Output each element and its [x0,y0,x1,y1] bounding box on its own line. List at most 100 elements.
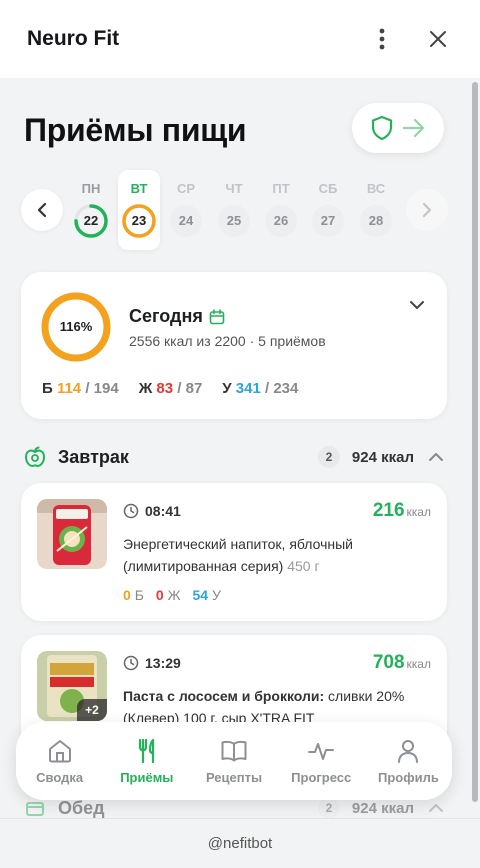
chevron-right-icon [422,202,432,218]
day-ring: 23 [122,204,156,238]
day-name: ВС [366,181,386,196]
day-number: 27 [320,213,336,228]
macros-summary: Б 114 / 194 Ж 83 / 87 У 341 / 234 [42,380,298,397]
tab-profile[interactable]: Профиль [365,722,452,800]
day-name: ЧТ [225,181,243,196]
food-time-text: 13:29 [145,655,181,671]
today-text: Сегодня [129,306,203,326]
macro-У: У 341 / 234 [222,380,298,397]
day-name: ВТ [130,181,148,196]
food-kcal: 708 ккал [373,652,431,674]
day-26[interactable]: ПТ 26 [260,170,302,250]
more-vertical-icon [379,28,385,50]
clock-icon [123,655,139,671]
next-week-button[interactable] [406,189,448,231]
food-photo [37,499,107,569]
day-ring: 25 [217,204,251,238]
day-24[interactable]: СР 24 [165,170,207,250]
macro-value: 114 [56,380,82,397]
macro-Ж: Ж 83 / 87 [139,380,203,397]
chevron-up-icon [429,453,443,461]
carbs-label: У [211,587,221,603]
pulse-icon [308,743,335,760]
macro-Б: Б 114 / 194 [42,380,119,397]
breakfast-header[interactable]: Завтрак 2 924 ккал [24,444,444,470]
day-22[interactable]: ПН 22 [70,170,112,250]
day-23[interactable]: ВТ 23 [118,170,160,250]
macro-total: / 234 [260,380,299,397]
macro-total: / 194 [81,380,119,397]
fat-value: 0 [155,587,164,603]
content-viewport[interactable]: Приёмы пищи ПН 22 ВТ 23 СР 24 ЧТ 25 ПТ 26 СБ 27 ВС 28… [0,78,480,818]
home-icon [48,740,71,763]
tab-summary[interactable]: Сводка [16,722,103,800]
carbs-value: 54 [192,587,209,603]
tab-progress[interactable]: Прогресс [278,722,365,800]
calendar-icon [209,308,225,324]
protection-button[interactable] [352,103,444,153]
breakfast-title: Завтрак [58,446,129,467]
macro-value: 341 [235,380,261,397]
close-icon [430,31,446,47]
breakfast-kcal: 924 ккал [351,448,414,466]
today-label[interactable]: Сегодня [129,306,225,327]
book-icon [221,740,247,762]
tab-label: Приёмы [120,770,174,785]
day-ring: 27 [311,204,345,238]
more-photos-badge: +2 [77,699,107,721]
food-time: 13:29 [123,655,181,671]
page-title: Приёмы пищи [24,112,247,148]
food-carbs: 54 У [193,587,221,603]
fat-label: Ж [167,587,181,603]
macro-label: Ж [138,380,157,397]
day-25[interactable]: ЧТ 25 [213,170,255,250]
close-button[interactable] [420,21,456,57]
clock-icon [123,503,139,519]
macro-value: 83 [156,380,174,397]
tab-label: Сводка [36,770,84,785]
arrow-right-icon [402,118,425,138]
tab-meals[interactable]: Приёмы [103,722,190,800]
food-item[interactable]: 08:41 216 ккал Энергетический напиток, яб… [21,483,447,621]
food-fat: 0 Ж [156,587,181,603]
lunch-kcal: 924 ккал [351,799,414,817]
tab-label: Рецепты [205,770,263,785]
shield-icon [371,115,393,141]
day-28[interactable]: ВС 28 [355,170,397,250]
tab-label: Профиль [377,770,439,785]
tab-label: Прогресс [291,770,352,785]
day-ring: 24 [169,204,203,238]
tab-recipes[interactable]: Рецепты [190,722,277,800]
more-menu-button[interactable] [364,21,400,57]
protein-label: Б [134,587,144,603]
user-icon [398,740,419,763]
daily-summary-card[interactable]: 116% Сегодня 2556 ккал из 2200 · 5 приём… [21,272,447,419]
lunch-icon [26,802,44,816]
food-photo: +2 [37,651,107,721]
macro-label: Б [42,380,57,397]
food-kcal-value: 708 [372,652,405,673]
day-number: 26 [273,213,289,228]
fork-knife-icon [138,738,154,764]
food-time: 08:41 [123,503,181,519]
apple-icon [24,446,46,468]
day-name: СР [176,181,196,196]
food-kcal-value: 216 [372,500,405,521]
lunch-count-badge: 2 [317,797,340,818]
prev-week-button[interactable] [21,189,63,231]
day-number: 25 [226,213,242,228]
day-27[interactable]: СБ 27 [307,170,349,250]
day-name: ПТ [272,181,290,196]
food-kcal-unit: ккал [406,657,431,671]
food-kcal-unit: ккал [406,505,431,519]
chevron-down-icon [410,301,424,309]
scrollbar[interactable] [472,82,478,802]
bot-handle-footer: @nefitbot [0,818,480,868]
day-ring: 26 [264,204,298,238]
food-kcal: 216 ккал [373,500,431,522]
daily-percent: 116% [59,319,93,334]
app-header: Neuro Fit [0,0,480,78]
food-weight: 450 г [287,558,320,574]
expand-summary-button[interactable] [409,297,425,315]
food-macros: 0 Б 0 Ж 54 У [123,587,221,603]
